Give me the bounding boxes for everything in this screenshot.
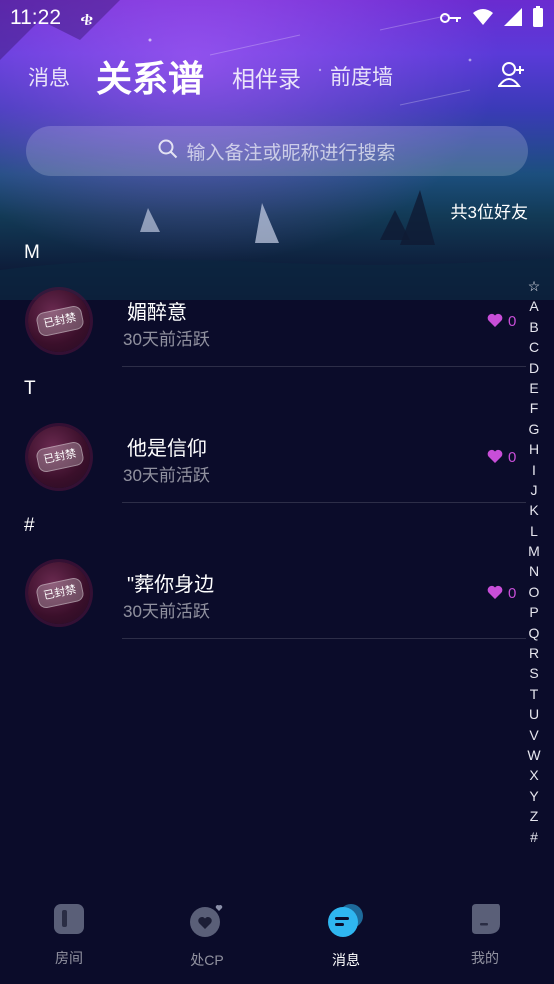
vpn-key-icon xyxy=(440,10,462,29)
nav-cp-label: 处CP xyxy=(190,952,224,968)
index-t[interactable]: T xyxy=(522,684,546,704)
index-w[interactable]: W xyxy=(522,745,546,765)
friend-count: 共3位好友 xyxy=(450,203,528,222)
search-input[interactable]: 输入备注或昵称进行搜索 xyxy=(26,126,528,176)
index-k[interactable]: K xyxy=(522,500,546,520)
index-a[interactable]: A xyxy=(522,296,546,316)
index-r[interactable]: R xyxy=(522,643,546,663)
status-bar: 11:22 ቄ xyxy=(0,0,554,40)
index-b[interactable]: B xyxy=(522,317,546,337)
index-j[interactable]: J xyxy=(522,480,546,500)
index-star[interactable]: ☆ xyxy=(522,276,546,296)
divider xyxy=(122,638,526,639)
friend-row[interactable]: 已封禁 "葬你身边 30天前活跃 0 xyxy=(0,562,554,698)
alphabet-index[interactable]: ☆ A B C D E F G H I J K L M N O P Q R S … xyxy=(522,276,546,847)
index-o[interactable]: O xyxy=(522,582,546,602)
avatar[interactable]: 已封禁 xyxy=(28,290,90,352)
index-v[interactable]: V xyxy=(522,725,546,745)
last-active: 30天前活跃 xyxy=(123,466,210,485)
index-e[interactable]: E xyxy=(522,378,546,398)
nav-messages-label: 消息 xyxy=(332,952,360,968)
banned-badge: 已封禁 xyxy=(35,440,85,474)
top-tabs: 消息 关系谱 相伴录 前度墙 xyxy=(0,50,554,100)
nav-profile-label: 我的 xyxy=(471,950,499,966)
bottom-nav: 房间 处CP 消息 我的 xyxy=(0,884,554,984)
status-icons xyxy=(440,6,544,32)
index-hash[interactable]: # xyxy=(522,827,546,847)
index-z[interactable]: Z xyxy=(522,806,546,826)
intimacy-count: 0 xyxy=(508,313,517,330)
index-i[interactable]: I xyxy=(522,460,546,480)
tab-messages[interactable]: 消息 xyxy=(28,62,70,92)
status-time: 11:22 xyxy=(10,6,61,29)
index-l[interactable]: L xyxy=(522,521,546,541)
section-header-m: M xyxy=(24,242,40,263)
friend-row[interactable]: 已封禁 媚醉意 30天前活跃 0 xyxy=(0,290,554,426)
tab-ex-wall[interactable]: 前度墙 xyxy=(330,61,393,91)
search-icon xyxy=(158,139,178,163)
heart-icon xyxy=(487,312,503,331)
nav-room-label: 房间 xyxy=(55,950,83,966)
index-h[interactable]: H xyxy=(522,439,546,459)
last-active: 30天前活跃 xyxy=(123,602,210,621)
index-s[interactable]: S xyxy=(522,663,546,683)
message-icon xyxy=(306,902,386,942)
signal-icon xyxy=(504,8,522,30)
index-n[interactable]: N xyxy=(522,561,546,581)
friend-name: 他是信仰 xyxy=(127,438,207,460)
index-u[interactable]: U xyxy=(522,704,546,724)
heart-cp-icon xyxy=(167,902,247,942)
index-q[interactable]: Q xyxy=(522,623,546,643)
avatar[interactable]: 已封禁 xyxy=(28,562,90,624)
tab-companion-record[interactable]: 相伴录 xyxy=(232,60,301,94)
avatar[interactable]: 已封禁 xyxy=(28,426,90,488)
index-d[interactable]: D xyxy=(522,358,546,378)
section-header-t: T xyxy=(24,378,36,399)
index-y[interactable]: Y xyxy=(522,786,546,806)
intimacy-count: 0 xyxy=(508,585,517,602)
battery-icon xyxy=(532,6,544,32)
friend-name: 媚醉意 xyxy=(127,302,187,324)
intimacy-count: 0 xyxy=(508,449,517,466)
intimacy: 0 xyxy=(487,312,516,331)
add-friend-icon[interactable] xyxy=(497,60,526,88)
index-p[interactable]: P xyxy=(522,602,546,622)
room-icon xyxy=(29,902,109,940)
intimacy: 0 xyxy=(487,448,516,467)
nav-profile[interactable]: 我的 xyxy=(445,902,525,968)
nav-cp[interactable]: 处CP xyxy=(167,902,247,970)
nav-room[interactable]: 房间 xyxy=(29,902,109,968)
nav-messages[interactable]: 消息 xyxy=(306,902,386,970)
divider xyxy=(122,502,526,503)
index-f[interactable]: F xyxy=(522,398,546,418)
banned-badge: 已封禁 xyxy=(35,304,85,338)
tab-relations[interactable]: 关系谱 xyxy=(96,50,204,102)
index-c[interactable]: C xyxy=(522,337,546,357)
wifi-icon xyxy=(472,8,494,30)
profile-icon xyxy=(445,902,525,940)
index-m[interactable]: M xyxy=(522,541,546,561)
section-header-hash: # xyxy=(24,515,35,536)
heart-icon xyxy=(487,448,503,467)
friend-name: "葬你身边 xyxy=(127,574,215,596)
last-active: 30天前活跃 xyxy=(123,330,210,349)
search-placeholder: 输入备注或昵称进行搜索 xyxy=(186,142,396,164)
intimacy: 0 xyxy=(487,584,516,603)
banned-badge: 已封禁 xyxy=(35,576,85,610)
notification-icon: ቄ xyxy=(80,6,94,30)
heart-icon xyxy=(487,584,503,603)
friend-row[interactable]: 已封禁 他是信仰 30天前活跃 0 xyxy=(0,426,554,562)
index-g[interactable]: G xyxy=(522,419,546,439)
index-x[interactable]: X xyxy=(522,765,546,785)
divider xyxy=(122,366,526,367)
